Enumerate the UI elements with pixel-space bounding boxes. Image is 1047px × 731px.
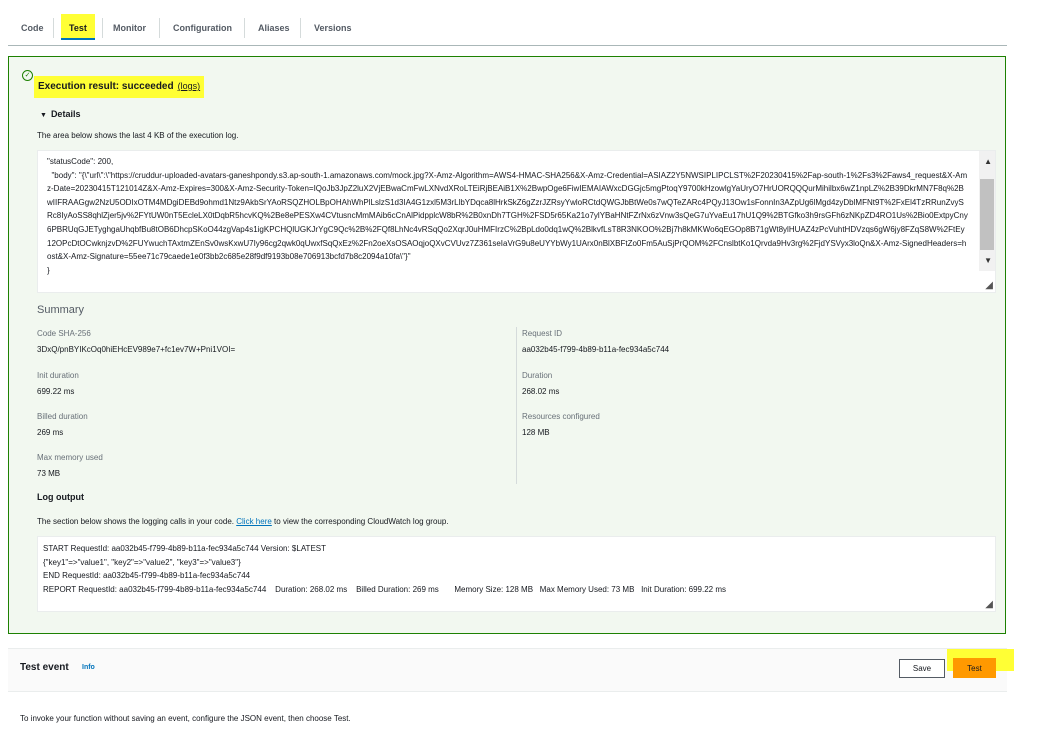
- tab-code[interactable]: Code: [21, 14, 44, 38]
- log-line: }: [47, 265, 50, 275]
- summary-column-divider: [516, 327, 517, 484]
- tab-aliases[interactable]: Aliases: [258, 14, 290, 38]
- details-label: Details: [50, 109, 81, 119]
- execution-result-panel: ✓ Execution result: succeeded (logs) ▼ Det…: [8, 56, 1006, 634]
- log-line: "body": "{\"url\":\"https://cruddur-uplo…: [47, 170, 968, 262]
- info-link[interactable]: Info: [82, 664, 95, 671]
- log-line: "statusCode": 200,: [47, 157, 114, 166]
- log-output-note-before: The section below shows the logging call…: [37, 517, 234, 526]
- scroll-up-icon[interactable]: ▲: [984, 157, 992, 166]
- log-output-note-after: to view the corresponding CloudWatch log…: [274, 517, 449, 526]
- resize-handle-icon[interactable]: ◢: [985, 599, 993, 610]
- vertical-scrollbar[interactable]: ▲ ▼: [979, 151, 995, 271]
- execution-log-textarea[interactable]: "statusCode": 200, "body": "{\"url\":\"h…: [37, 150, 996, 293]
- log-output-line: {"key1"=>"value1", "key2"=>"value2", "ke…: [43, 557, 241, 567]
- execution-log-note: The area below shows the last 4 KB of th…: [37, 131, 239, 140]
- billed-duration-label: Billed duration: [37, 412, 88, 421]
- resize-handle-icon[interactable]: ◢: [985, 280, 993, 291]
- log-output-line: START RequestId: aa032b45-f799-4b89-b11a…: [43, 544, 326, 553]
- log-output-text: START RequestId: aa032b45-f799-4b89-b11a…: [43, 542, 726, 596]
- request-id-value: aa032b45-f799-4b89-b11a-fec934a5c744: [522, 345, 670, 354]
- log-output-line: REPORT RequestId: aa032b45-f799-4b89-b11…: [43, 584, 727, 594]
- scroll-down-icon[interactable]: ▼: [984, 256, 992, 265]
- execution-result-title: Execution result: succeeded (logs): [34, 76, 205, 98]
- request-id-label: Request ID: [522, 329, 563, 338]
- execution-result-label: Execution result: succeeded: [38, 81, 174, 92]
- init-duration-value: 699.22 ms: [37, 387, 75, 396]
- tab-bar: Code Test Monitor Configuration Aliases …: [8, 0, 1007, 46]
- summary-title: Summary: [37, 304, 85, 316]
- execution-log-text: "statusCode": 200, "body": "{\"url\":\"h…: [47, 155, 969, 277]
- test-event-note: To invoke your function without saving a…: [20, 714, 351, 723]
- tab-divider: [300, 18, 301, 38]
- test-event-header: Test event Info Save Test: [8, 649, 1014, 692]
- billed-duration-value: 269 ms: [37, 428, 64, 437]
- tab-test[interactable]: Test: [61, 14, 95, 40]
- code-sha-label: Code SHA-256: [37, 329, 91, 338]
- check-circle-icon: ✓: [22, 70, 33, 81]
- tab-configuration[interactable]: Configuration: [173, 14, 232, 38]
- tab-divider: [159, 18, 160, 38]
- logs-link[interactable]: (logs): [178, 81, 201, 91]
- log-output-title: Log output: [37, 492, 84, 502]
- test-event-title: Test event: [20, 662, 69, 673]
- caret-down-icon: ▼: [40, 112, 47, 119]
- log-output-note: The section below shows the logging call…: [37, 517, 449, 526]
- tab-divider: [244, 18, 245, 38]
- tab-divider: [53, 18, 54, 38]
- details-toggle[interactable]: ▼ Details: [40, 109, 80, 119]
- init-duration-label: Init duration: [37, 371, 79, 380]
- max-memory-label: Max memory used: [37, 453, 103, 462]
- resources-configured-label: Resources configured: [522, 412, 600, 421]
- save-button[interactable]: Save: [899, 659, 945, 678]
- log-output-textarea[interactable]: START RequestId: aa032b45-f799-4b89-b11a…: [37, 536, 996, 612]
- duration-label: Duration: [522, 371, 553, 380]
- cloudwatch-link[interactable]: Click here: [236, 517, 272, 526]
- log-output-line: END RequestId: aa032b45-f799-4b89-b11a-f…: [43, 571, 251, 580]
- duration-value: 268.02 ms: [522, 387, 560, 396]
- max-memory-value: 73 MB: [37, 469, 61, 478]
- code-sha-value: 3DxQ/pnBYIKcOq0hiEHcEV989e7+fc1ev7W+Pni1…: [37, 345, 236, 354]
- resources-configured-value: 128 MB: [522, 428, 550, 437]
- scrollbar-thumb[interactable]: [980, 179, 994, 250]
- test-event-panel: Test event Info Save Test To invoke your…: [8, 648, 1014, 731]
- tab-monitor[interactable]: Monitor: [113, 14, 146, 38]
- tab-divider: [102, 18, 103, 38]
- test-button[interactable]: Test: [953, 658, 996, 678]
- tab-versions[interactable]: Versions: [314, 14, 352, 38]
